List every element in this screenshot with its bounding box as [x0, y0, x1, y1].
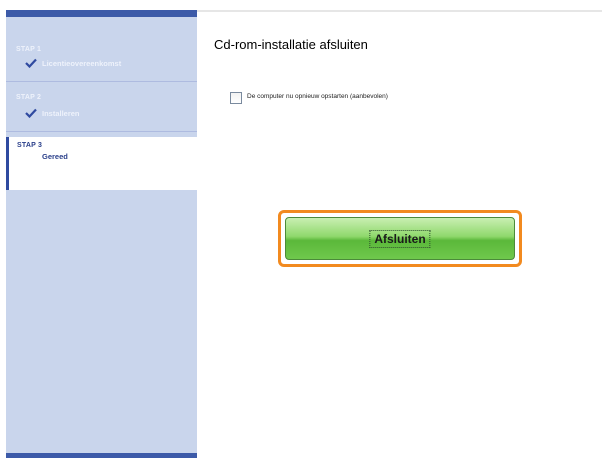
finish-button-label: Afsluiten — [369, 229, 431, 248]
step-divider — [6, 131, 197, 132]
step-3-label: Gereed — [42, 152, 68, 161]
sidebar-bottom-strip — [6, 453, 197, 458]
finish-button-highlight: Afsluiten — [278, 210, 522, 267]
step-divider — [6, 81, 197, 82]
page-title: Cd-rom-installatie afsluiten — [214, 37, 368, 52]
step-1-number: STAP 1 — [16, 46, 42, 53]
checkmark-icon — [25, 108, 37, 118]
sidebar-top-strip — [6, 10, 197, 17]
installer-window: STAP 1 Licentieovereenkomst STAP 2 Insta… — [6, 10, 602, 458]
finish-button[interactable]: Afsluiten — [285, 217, 515, 260]
step-1: STAP 1 Licentieovereenkomst — [6, 43, 197, 77]
restart-checkbox[interactable] — [230, 92, 242, 104]
steps-sidebar: STAP 1 Licentieovereenkomst STAP 2 Insta… — [6, 17, 197, 453]
step-2-number: STAP 2 — [16, 94, 42, 101]
step-3-current: STAP 3 Gereed — [6, 137, 197, 190]
checkmark-icon — [25, 58, 37, 68]
step-3-number: STAP 3 — [17, 142, 43, 149]
step-2: STAP 2 Installeren — [6, 91, 197, 125]
step-1-label: Licentieovereenkomst — [42, 59, 122, 68]
restart-checkbox-label[interactable]: De computer nu opnieuw opstarten (aanbev… — [247, 93, 388, 100]
step-2-label: Installeren — [42, 109, 80, 118]
main-content: Cd-rom-installatie afsluiten De computer… — [197, 10, 602, 458]
